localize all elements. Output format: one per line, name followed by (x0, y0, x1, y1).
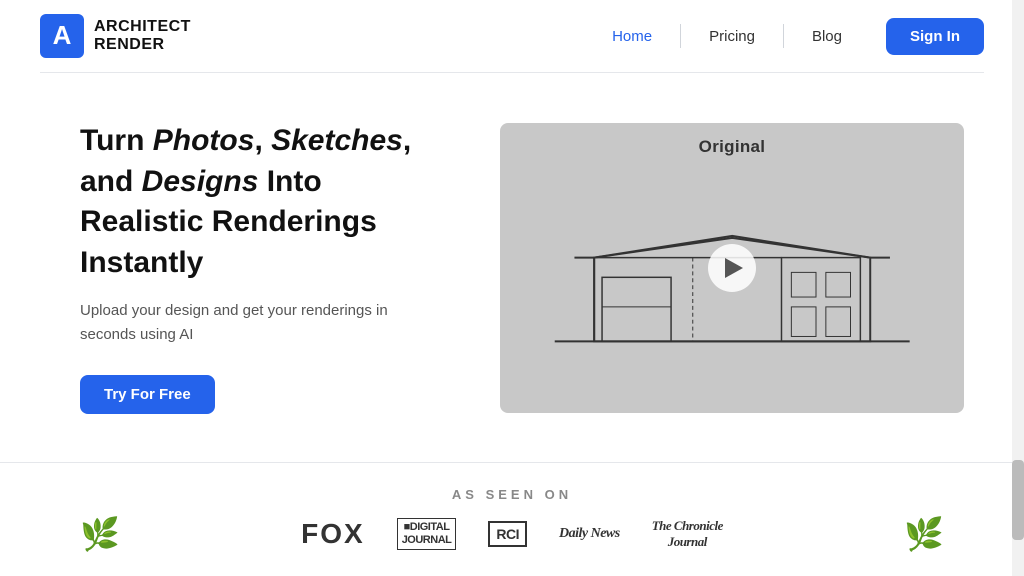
scrollbar-track (1012, 0, 1024, 576)
hero-title: Turn Photos, Sketches, and Designs Into … (80, 121, 440, 283)
main-nav: Home Pricing Blog Sign In (584, 18, 984, 55)
hero-section: Turn Photos, Sketches, and Designs Into … (0, 73, 1024, 462)
as-seen-on-title: AS SEEN ON (40, 487, 984, 502)
daily-news-logo: Daily News (559, 526, 620, 542)
fox-logo: FOX (301, 518, 365, 550)
logo-text: ARCHITECT RENDER (94, 18, 191, 53)
as-seen-on-section: AS SEEN ON 🌿 FOX ■DIGITALJOURNAL RCI Dai… (0, 462, 1024, 566)
header: A ARCHITECT RENDER Home Pricing Blog Sig… (0, 0, 1024, 72)
hero-media: Original (500, 123, 964, 413)
logo-icon: A (40, 14, 84, 58)
leaf-left-icon: 🌿 (80, 515, 120, 553)
nav-home[interactable]: Home (584, 20, 680, 53)
play-icon (725, 258, 743, 278)
nav-pricing[interactable]: Pricing (681, 20, 783, 53)
logo[interactable]: A ARCHITECT RENDER (40, 14, 191, 58)
logos-row: 🌿 FOX ■DIGITALJOURNAL RCI Daily News The… (40, 518, 984, 550)
rci-logo: RCI (488, 521, 527, 547)
hero-text: Turn Photos, Sketches, and Designs Into … (80, 121, 440, 414)
media-label: Original (699, 137, 766, 157)
digital-journal-logo: ■DIGITALJOURNAL (397, 518, 457, 550)
scrollbar-thumb[interactable] (1012, 460, 1024, 540)
leaf-right-icon: 🌿 (904, 515, 944, 553)
page-wrapper: A ARCHITECT RENDER Home Pricing Blog Sig… (0, 0, 1024, 566)
svg-text:A: A (53, 20, 72, 50)
play-button[interactable] (708, 244, 756, 292)
signin-button[interactable]: Sign In (886, 18, 984, 55)
nav-blog[interactable]: Blog (784, 20, 870, 53)
logo-line1: ARCHITECT (94, 18, 191, 36)
hero-subtitle: Upload your design and get your renderin… (80, 299, 440, 347)
chronicle-journal-logo: The ChronicleJournal (652, 518, 723, 550)
logo-line2: RENDER (94, 36, 191, 54)
try-for-free-button[interactable]: Try For Free (80, 375, 215, 414)
